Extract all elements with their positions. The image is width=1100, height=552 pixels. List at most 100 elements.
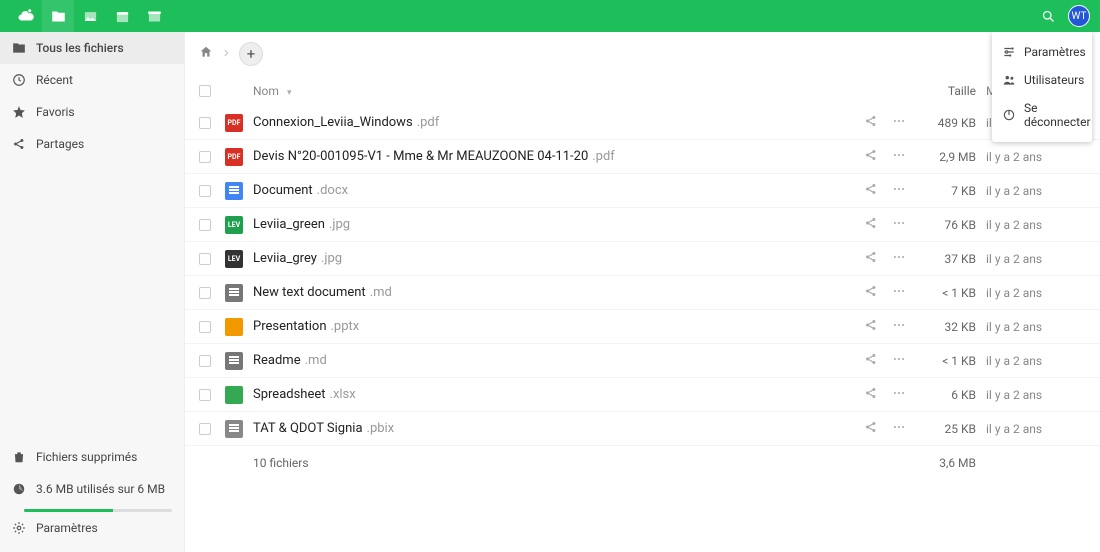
dropdown-item-label: Utilisateurs [1024, 73, 1084, 87]
sidebar-item-label: Tous les fichiers [36, 41, 124, 55]
sidebar-item-label: Partages [36, 137, 84, 151]
share-icon[interactable] [864, 250, 878, 268]
table-row[interactable]: Readme.md< 1 KBil y a 2 ans [185, 344, 1100, 378]
search-icon[interactable] [1041, 0, 1056, 32]
row-checkbox[interactable] [199, 423, 211, 435]
share-icon[interactable] [864, 352, 878, 370]
nav-archive-icon[interactable] [138, 0, 170, 32]
dropdown-item-power[interactable]: Se déconnecter [992, 94, 1092, 136]
table-row[interactable]: Spreadsheet.xlsx6 KBil y a 2 ans [185, 378, 1100, 412]
column-header-name[interactable]: Nom▾ [253, 84, 836, 98]
file-name[interactable]: Document.docx [253, 183, 836, 198]
file-size: 489 KB [906, 116, 986, 130]
share-icon[interactable] [864, 182, 878, 200]
more-icon[interactable] [892, 182, 906, 200]
file-name[interactable]: Devis N°20-001095-V1 - Mme & Mr MEAUZOON… [253, 149, 836, 164]
more-icon[interactable] [892, 386, 906, 404]
nav-files-icon[interactable] [42, 0, 74, 32]
file-name[interactable]: Readme.md [253, 353, 836, 368]
more-icon[interactable] [892, 352, 906, 370]
sidebar-bottom-trash[interactable]: Fichiers supprimés [0, 441, 184, 473]
sidebar-bottom-gear[interactable]: Paramètres [0, 512, 184, 544]
table-row[interactable]: PDFDevis N°20-001095-V1 - Mme & Mr MEAUZ… [185, 140, 1100, 174]
row-checkbox[interactable] [199, 117, 211, 129]
share-icon[interactable] [864, 386, 878, 404]
table-row[interactable]: Presentation.pptx32 KBil y a 2 ans [185, 310, 1100, 344]
home-icon[interactable] [199, 45, 213, 63]
column-header-size[interactable]: Taille [906, 84, 986, 98]
file-type-icon [225, 352, 243, 370]
file-size: 7 KB [906, 184, 986, 198]
row-checkbox[interactable] [199, 219, 211, 231]
chevron-right-icon [221, 47, 231, 62]
nav-calendar-icon[interactable] [106, 0, 138, 32]
file-date: il y a 2 ans [986, 354, 1086, 368]
topbar: WT [0, 0, 1100, 32]
select-all-checkbox[interactable] [199, 85, 211, 97]
table-row[interactable]: New text document.md< 1 KBil y a 2 ans [185, 276, 1100, 310]
table-row[interactable]: LEVLeviia_grey.jpg37 KBil y a 2 ans [185, 242, 1100, 276]
add-button[interactable]: + [239, 42, 263, 66]
row-checkbox[interactable] [199, 151, 211, 163]
file-name[interactable]: Connexion_Leviia_Windows.pdf [253, 115, 836, 130]
share-icon[interactable] [864, 284, 878, 302]
dropdown-item-sliders[interactable]: Paramètres [992, 38, 1092, 66]
table-row[interactable]: LEVLeviia_green.jpg76 KBil y a 2 ans [185, 208, 1100, 242]
file-date: il y a 2 ans [986, 252, 1086, 266]
file-name[interactable]: New text document.md [253, 285, 836, 300]
more-icon[interactable] [892, 284, 906, 302]
file-date: il y a 2 ans [986, 388, 1086, 402]
sidebar-bottom-pie[interactable]: 3.6 MB utilisés sur 6 MB [0, 473, 184, 505]
row-checkbox[interactable] [199, 355, 211, 367]
sidebar-item-share[interactable]: Partages [0, 128, 184, 160]
file-size: 32 KB [906, 320, 986, 334]
row-checkbox[interactable] [199, 389, 211, 401]
topbar-left [10, 0, 170, 32]
sidebar-item-clock[interactable]: Récent [0, 64, 184, 96]
file-name[interactable]: Spreadsheet.xlsx [253, 387, 836, 402]
sidebar-bottom-label: Fichiers supprimés [36, 450, 137, 464]
file-name[interactable]: Leviia_grey.jpg [253, 251, 836, 266]
row-checkbox[interactable] [199, 253, 211, 265]
avatar[interactable]: WT [1068, 5, 1090, 27]
more-icon[interactable] [892, 114, 906, 132]
logo-cloud-icon[interactable] [10, 0, 42, 32]
file-name[interactable]: TAT & QDOT Signia.pbix [253, 421, 836, 436]
summary-row: 10 fichiers 3,6 MB [185, 446, 1100, 480]
share-icon[interactable] [864, 216, 878, 234]
sidebar-bottom-label: Paramètres [36, 521, 98, 535]
share-icon[interactable] [864, 114, 878, 132]
row-checkbox[interactable] [199, 321, 211, 333]
dropdown-item-users[interactable]: Utilisateurs [992, 66, 1092, 94]
sidebar-item-label: Récent [36, 73, 73, 87]
more-icon[interactable] [892, 148, 906, 166]
sort-caret-icon: ▾ [287, 88, 292, 98]
file-type-icon [225, 420, 243, 438]
more-icon[interactable] [892, 250, 906, 268]
more-icon[interactable] [892, 420, 906, 438]
share-icon[interactable] [864, 318, 878, 336]
row-checkbox[interactable] [199, 287, 211, 299]
gear-icon [12, 521, 26, 535]
row-checkbox[interactable] [199, 185, 211, 197]
file-name[interactable]: Presentation.pptx [253, 319, 836, 334]
sidebar-item-folder[interactable]: Tous les fichiers [0, 32, 184, 64]
file-type-icon: LEV [225, 216, 243, 234]
file-date: il y a 2 ans [986, 286, 1086, 300]
file-name[interactable]: Leviia_green.jpg [253, 217, 836, 232]
file-date: il y a 2 ans [986, 184, 1086, 198]
table-row[interactable]: Document.docx 7 KBil y a 2 ans [185, 174, 1100, 208]
table-row[interactable]: PDFConnexion_Leviia_Windows.pdf489 KBil … [185, 106, 1100, 140]
share-icon[interactable] [864, 148, 878, 166]
dropdown-item-label: Se déconnecter [1024, 101, 1091, 129]
sidebar-item-star[interactable]: Favoris [0, 96, 184, 128]
more-icon[interactable] [892, 216, 906, 234]
main-area: Paramètres Utilisateurs Se déconnecter + N… [185, 32, 1100, 552]
share-icon[interactable] [864, 420, 878, 438]
file-date: il y a 2 ans [986, 150, 1086, 164]
nav-photos-icon[interactable] [74, 0, 106, 32]
summary-size: 3,6 MB [906, 456, 986, 470]
more-icon[interactable] [892, 318, 906, 336]
file-size: 37 KB [906, 252, 986, 266]
table-row[interactable]: TAT & QDOT Signia.pbix25 KBil y a 2 ans [185, 412, 1100, 446]
